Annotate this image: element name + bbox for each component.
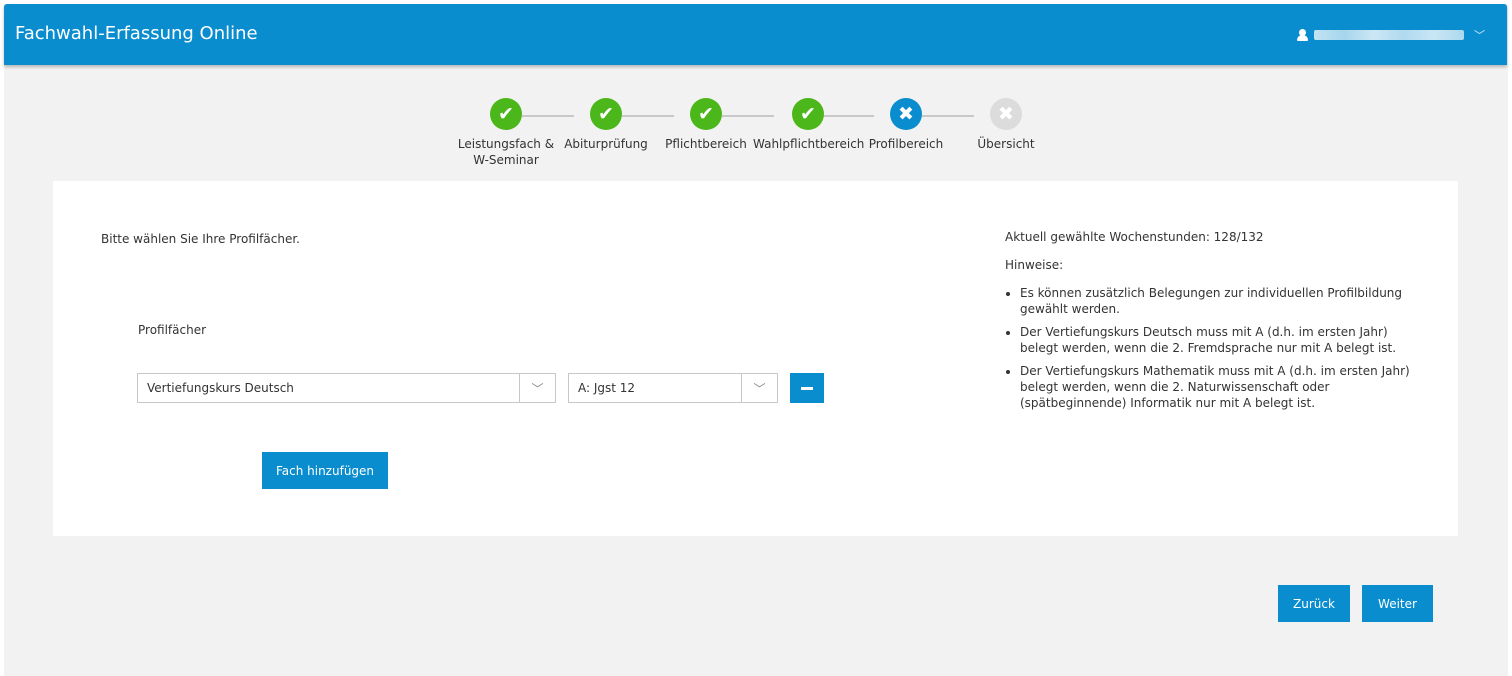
chevron-down-icon: ﹀ [1474,29,1485,42]
hint-item: Der Vertiefungskurs Mathematik muss mit … [1020,363,1425,411]
step-abiturpruefung[interactable]: ✔ Abiturprüfung [551,98,661,152]
top-navbar: Fachwahl-Erfassung Online ﹀ [4,4,1507,65]
user-name-redacted [1314,30,1464,40]
hint-item: Der Vertiefungskurs Deutsch muss mit A (… [1020,324,1425,356]
step-profilbereich[interactable]: ✖ Profilbereich [851,98,961,152]
chevron-down-icon[interactable]: ﹀ [741,374,777,402]
grade-select-value: A: Jgst 12 [578,381,636,395]
step-wahlpflichtbereich[interactable]: ✔ Wahlpflichtbereich [753,98,865,152]
back-button[interactable]: Zurück [1278,585,1350,622]
profile-panel: Bitte wählen Sie Ihre Profilfächer. Prof… [53,181,1458,536]
intro-text: Bitte wählen Sie Ihre Profilfächer. [101,232,300,246]
add-subject-button[interactable]: Fach hinzufügen [262,452,388,489]
subject-select-value: Vertiefungskurs Deutsch [147,381,294,395]
remove-subject-button[interactable] [790,373,824,403]
step-label: Übersicht [977,137,1035,151]
chevron-down-icon[interactable]: ﹀ [519,374,555,402]
step-pflichtbereich[interactable]: ✔ Pflichtbereich [651,98,761,152]
step-label: Wahlpflichtbereich [753,137,865,151]
app-title[interactable]: Fachwahl-Erfassung Online [15,23,258,44]
step-uebersicht[interactable]: ✖ Übersicht [951,98,1061,152]
check-icon: ✔ [792,98,824,130]
hints-title: Hinweise: [1005,258,1064,272]
minus-icon [801,386,813,390]
grade-select[interactable]: A: Jgst 12 ﹀ [568,373,778,403]
user-icon [1297,29,1308,41]
wizard-stepper: ✔ Leistungsfach & W-Seminar ✔ Abiturprüf… [455,98,1055,178]
hints-list: Es können zusätzlich Belegungen zur indi… [1005,285,1425,411]
cross-icon: ✖ [990,98,1022,130]
profilfaecher-label: Profilfächer [138,323,207,337]
user-menu[interactable]: ﹀ [1297,26,1485,44]
hints-sidebar: Aktuell gewählte Wochenstunden: 128/132 … [1005,229,1425,418]
cross-icon: ✖ [890,98,922,130]
weekly-hours-status: Aktuell gewählte Wochenstunden: 128/132 [1005,230,1264,244]
step-leistungsfach[interactable]: ✔ Leistungsfach & W-Seminar [451,98,561,168]
step-label: Profilbereich [868,137,944,151]
step-label: Abiturprüfung [564,137,648,151]
check-icon: ✔ [490,98,522,130]
step-label: Leistungsfach & W-Seminar [457,137,555,167]
check-icon: ✔ [690,98,722,130]
next-button[interactable]: Weiter [1362,585,1433,622]
hint-item: Es können zusätzlich Belegungen zur indi… [1020,285,1425,317]
subject-select[interactable]: Vertiefungskurs Deutsch ﹀ [137,373,556,403]
check-icon: ✔ [590,98,622,130]
step-label: Pflichtbereich [665,137,747,151]
